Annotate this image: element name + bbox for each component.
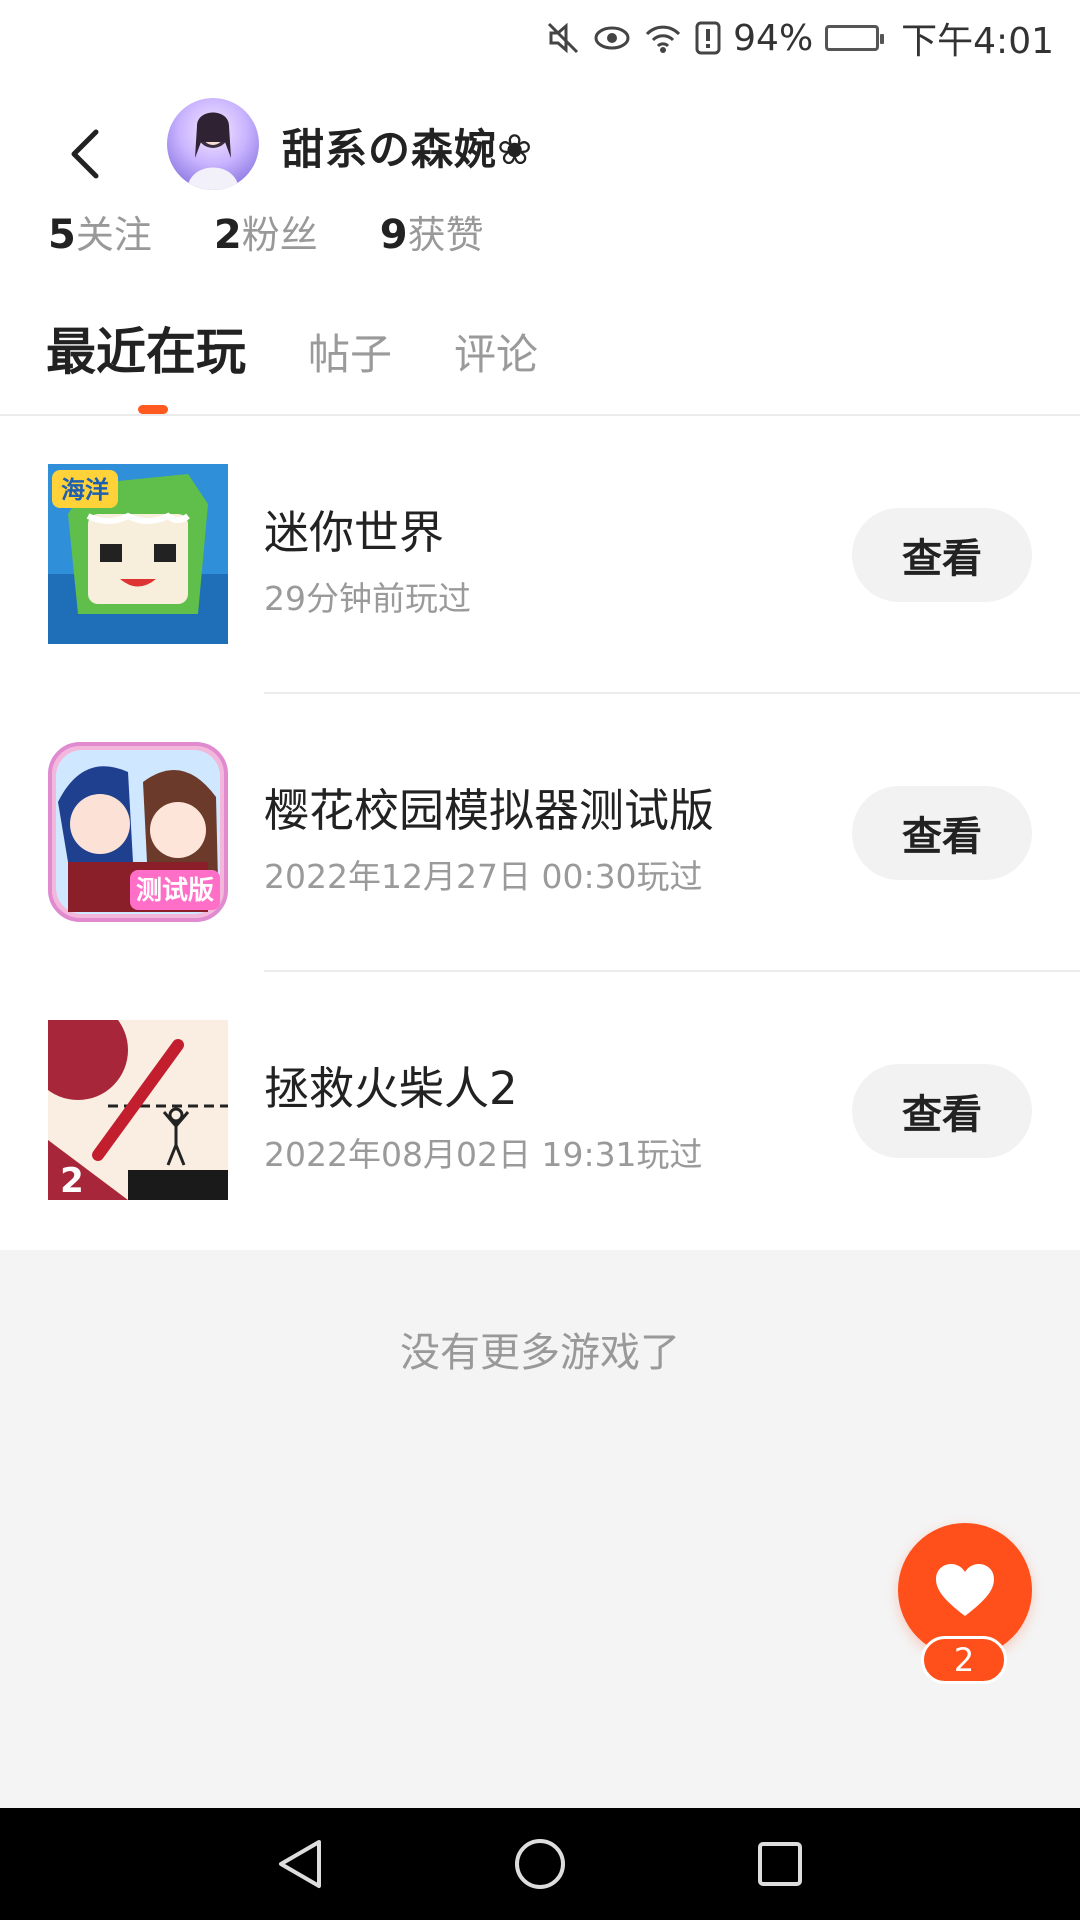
no-more-games-text: 没有更多游戏了 <box>400 1330 680 1376</box>
stat-number: 5 <box>48 212 76 258</box>
view-button[interactable]: 查看 <box>852 786 1032 880</box>
triangle-back-icon <box>279 1840 321 1888</box>
game-icon-badge: 海洋 <box>61 476 109 504</box>
nav-back-button[interactable] <box>265 1829 335 1899</box>
save-stickman-icon[interactable]: 2 <box>48 1020 228 1200</box>
tab-recently-played[interactable]: 最近在玩 <box>46 312 246 384</box>
stat-number: 9 <box>379 212 408 258</box>
last-played-time: 29分钟前玩过 <box>264 579 471 618</box>
stat-label: 获赞 <box>407 213 484 257</box>
stat-followers[interactable]: 2粉丝 <box>214 204 318 259</box>
nav-home-button[interactable] <box>505 1829 575 1899</box>
username: 甜系の森婉❀ <box>282 125 534 174</box>
game-title: 樱花校园模拟器测试版 <box>264 784 715 837</box>
avatar[interactable] <box>167 98 259 190</box>
like-count-badge: 2 <box>921 1636 1007 1684</box>
stat-following[interactable]: 5关注 <box>48 204 152 259</box>
view-button[interactable]: 查看 <box>852 508 1032 602</box>
stat-label: 粉丝 <box>241 213 318 257</box>
square-recents-icon <box>758 1842 802 1886</box>
game-icon-badge: 测试版 <box>136 876 214 906</box>
game-icon-badge: 2 <box>60 1161 84 1200</box>
chevron-left-icon <box>71 129 99 179</box>
game-item-save-stickman[interactable]: 2 拯救火柴人2 2022年08月02日 19:31玩过 查看 <box>0 972 1080 1250</box>
back-button[interactable] <box>46 116 122 192</box>
game-item-mini-world[interactable]: 海洋 迷你世界 29分钟前玩过 查看 <box>0 416 1080 694</box>
battery-icon <box>825 25 885 51</box>
game-title: 拯救火柴人2 <box>264 1062 518 1115</box>
game-item-sakura-school[interactable]: 测试版 樱花校园模拟器测试版 2022年12月27日 00:30玩过 查看 <box>0 694 1080 972</box>
view-button[interactable]: 查看 <box>852 1064 1032 1158</box>
system-nav-bar <box>0 1808 1080 1920</box>
nav-recents-button[interactable] <box>745 1829 815 1899</box>
active-tab-indicator <box>138 405 168 414</box>
clock: 下午4:01 <box>901 21 1054 62</box>
stat-likes[interactable]: 9获赞 <box>380 204 484 259</box>
last-played-time: 2022年12月27日 00:30玩过 <box>264 857 703 896</box>
battery-percent: 94% <box>733 17 814 59</box>
profile-stats: 5关注 2粉丝 9获赞 <box>48 204 484 259</box>
tab-comments[interactable]: 评论 <box>454 321 538 382</box>
heart-icon <box>936 1564 994 1616</box>
stat-label: 关注 <box>75 213 152 257</box>
tab-bar: 最近在玩 帖子 评论 <box>46 312 538 384</box>
status-bar: 94% 下午4:01 <box>0 0 1080 76</box>
sakura-school-icon[interactable]: 测试版 <box>48 742 228 922</box>
wifi-icon <box>643 22 683 54</box>
mini-world-icon[interactable]: 海洋 <box>48 464 228 644</box>
stat-number: 2 <box>213 212 242 258</box>
mute-icon <box>545 20 581 56</box>
game-title: 迷你世界 <box>264 506 445 559</box>
tab-posts[interactable]: 帖子 <box>308 321 392 382</box>
alert-icon <box>695 21 721 55</box>
eye-icon <box>593 23 631 53</box>
last-played-time: 2022年08月02日 19:31玩过 <box>264 1135 703 1174</box>
game-list: 海洋 迷你世界 29分钟前玩过 查看 测试版 樱花校园模拟器测试版 2022年1… <box>0 416 1080 1250</box>
circle-home-icon <box>515 1839 565 1889</box>
